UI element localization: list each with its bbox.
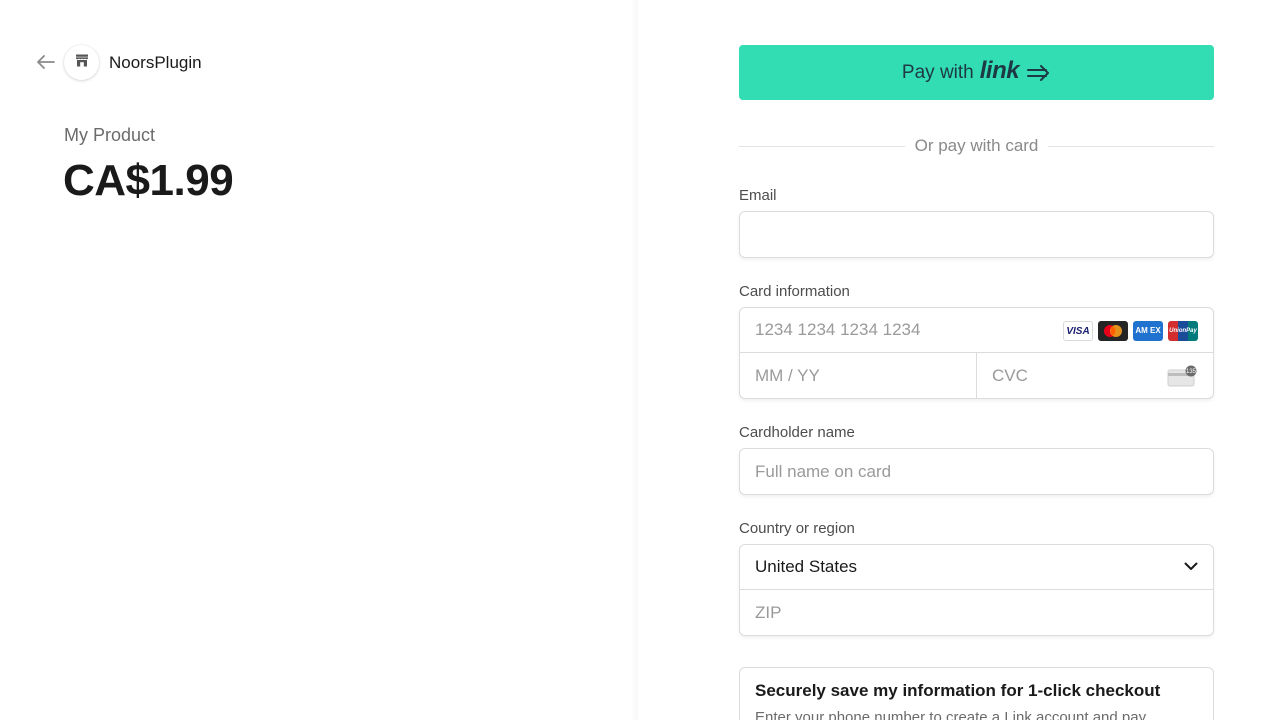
- email-field[interactable]: [740, 212, 1213, 257]
- product-price: CA$1.99: [63, 156, 234, 205]
- order-summary-panel: NoorsPlugin My Product CA$1.99: [0, 0, 638, 720]
- cardholder-name-label: Cardholder name: [739, 424, 855, 441]
- unionpay-icon: UnionPay: [1168, 321, 1198, 341]
- back-arrow-icon[interactable]: [36, 52, 56, 72]
- divider-line: [739, 145, 905, 147]
- cvc-wrapper: 135: [977, 353, 1214, 399]
- cvc-hint-text: 135: [1186, 369, 1197, 375]
- card-brands: VISA AM EX UnionPay: [1063, 321, 1198, 341]
- email-label: Email: [739, 187, 777, 204]
- email-field-wrapper: [739, 211, 1214, 258]
- country-select[interactable]: United States: [740, 545, 1213, 590]
- or-divider: Or pay with card: [739, 134, 1215, 158]
- divider-line: [1048, 145, 1215, 147]
- or-pay-with-card-text: Or pay with card: [914, 136, 1039, 155]
- visa-icon: VISA: [1063, 321, 1093, 341]
- chevron-down-icon: [1184, 558, 1198, 576]
- pay-with-label: Pay with: [901, 61, 974, 83]
- pay-with-link-button[interactable]: Pay with link: [739, 45, 1214, 100]
- save-info-box[interactable]: Securely save my information for 1-click…: [739, 667, 1214, 720]
- link-logo: link: [979, 56, 1020, 84]
- merchant-name: NoorsPlugin: [109, 53, 202, 72]
- zip-input[interactable]: [740, 590, 1213, 636]
- amex-icon: AM EX: [1133, 321, 1163, 341]
- save-info-title: Securely save my information for 1-click…: [755, 681, 1161, 700]
- cardholder-field-wrapper: [739, 448, 1214, 495]
- mastercard-icon: [1098, 321, 1128, 341]
- country-label: Country or region: [739, 520, 855, 537]
- store-icon: [75, 54, 89, 72]
- country-group: United States: [739, 544, 1214, 636]
- card-information-label: Card information: [739, 283, 850, 300]
- card-information-group: VISA AM EX UnionPay 135: [739, 307, 1214, 399]
- arrow-right-icon: [1027, 64, 1051, 81]
- cardholder-name-input[interactable]: [740, 449, 1213, 494]
- card-expiry-cvc-row: 135: [740, 353, 1214, 399]
- merchant-logo[interactable]: [64, 45, 99, 80]
- product-name: My Product: [64, 125, 156, 145]
- country-selected-value: United States: [755, 557, 858, 576]
- expiry-wrapper: [740, 353, 977, 399]
- save-info-description: Enter your phone number to create a Link…: [755, 709, 1147, 720]
- expiry-input[interactable]: [740, 353, 976, 399]
- card-number-row: VISA AM EX UnionPay: [740, 308, 1213, 353]
- zip-wrapper: [740, 590, 1213, 636]
- cvc-card-icon: 135: [1167, 365, 1197, 387]
